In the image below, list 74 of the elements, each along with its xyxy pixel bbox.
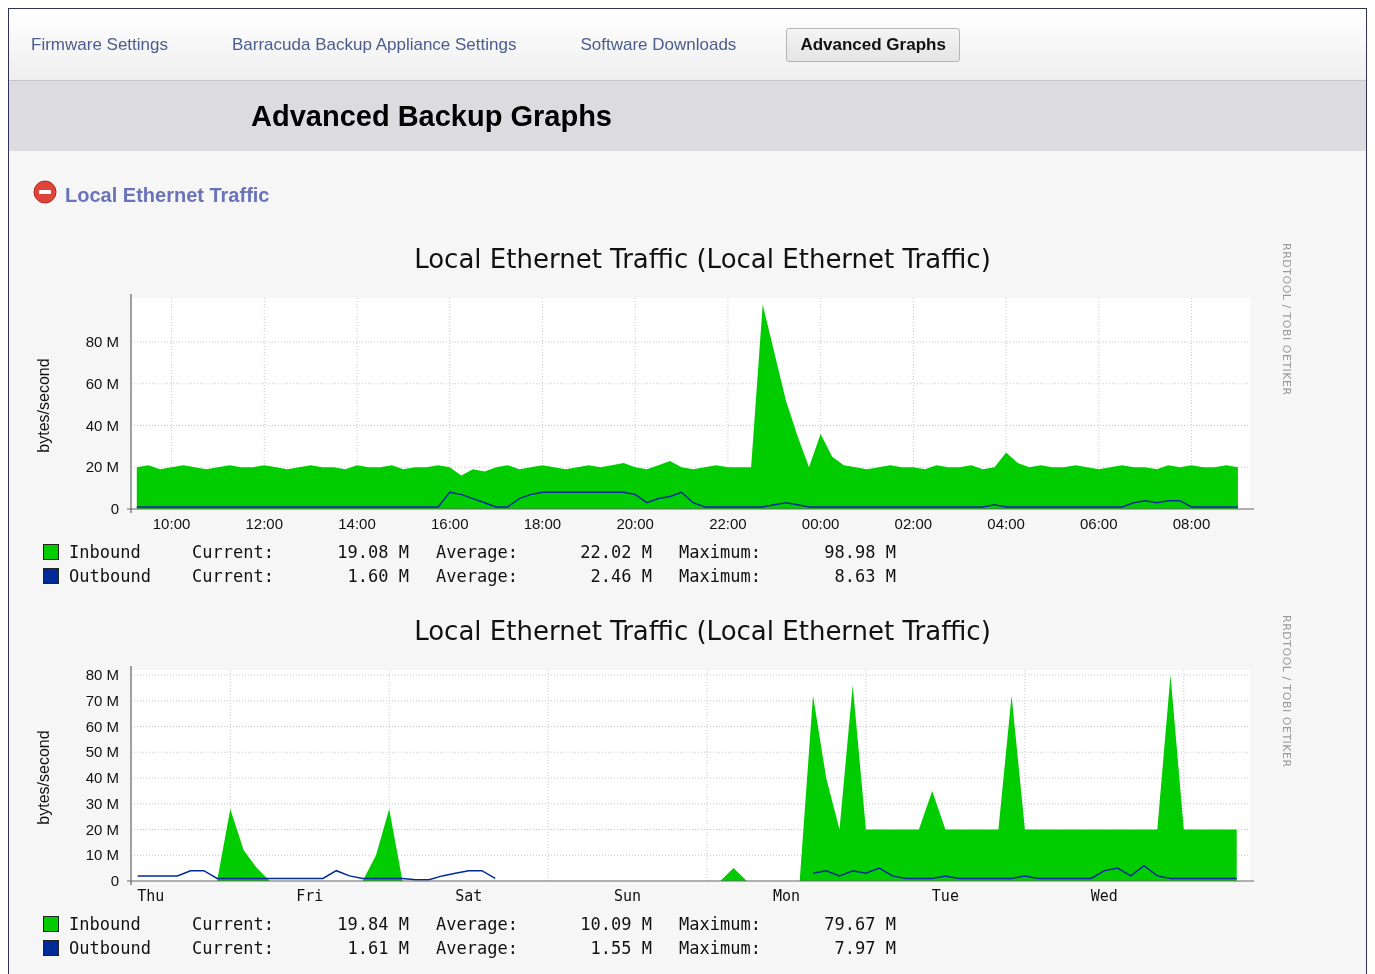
average-value: 10.09 M: [579, 914, 652, 934]
nav-tab[interactable]: Software Downloads: [566, 27, 751, 62]
watermark-text: RRDTOOL / TOBI OETIKER: [1280, 615, 1293, 768]
section-title[interactable]: Local Ethernet Traffic: [65, 183, 270, 207]
x-tick-label: Tue: [931, 887, 959, 905]
current-label: Current:: [192, 542, 275, 562]
y-axis-label: bytes/second: [35, 358, 52, 453]
x-tick-label: 12:00: [245, 515, 284, 532]
x-tick-label: 06:00: [1080, 515, 1118, 532]
maximum-label: Maximum:: [678, 542, 762, 562]
x-tick-label: Thu: [137, 887, 165, 905]
watermark-text: RRDTOOL / TOBI OETIKER: [1280, 243, 1293, 396]
y-tick-label: 10 M: [85, 846, 119, 864]
y-tick-label: 80 M: [85, 333, 119, 350]
legend-name: Inbound: [69, 542, 142, 562]
nav-tab[interactable]: Advanced Graphs: [786, 27, 960, 62]
average-value: 2.46 M: [589, 566, 652, 586]
y-tick-label: 30 M: [85, 794, 119, 812]
maximum-value: 7.97 M: [833, 938, 896, 958]
x-tick-label: 22:00: [709, 515, 747, 532]
legend-name: Inbound: [69, 914, 142, 934]
x-tick-label: Mon: [772, 887, 801, 905]
x-tick-label: Fri: [296, 887, 324, 905]
nav-tab[interactable]: Barracuda Backup Appliance Settings: [218, 27, 531, 62]
legend-name: Outbound: [69, 938, 152, 958]
y-tick-label: 40 M: [85, 769, 119, 786]
current-label: Current:: [192, 914, 275, 934]
x-tick-label: 02:00: [894, 515, 933, 532]
y-tick-label: 0: [110, 872, 119, 889]
maximum-label: Maximum:: [678, 914, 762, 934]
current-value: 1.61 M: [346, 938, 409, 958]
x-tick-label: Sat: [455, 887, 483, 905]
maximum-label: Maximum:: [678, 566, 762, 586]
average-label: Average:: [435, 938, 519, 958]
x-tick-label: 10:00: [152, 515, 191, 532]
legend-name: Outbound: [69, 566, 152, 586]
y-tick-label: 40 M: [85, 416, 119, 434]
maximum-value: 79.67 M: [823, 914, 896, 934]
x-tick-label: Sun: [614, 887, 642, 905]
y-tick-label: 60 M: [85, 374, 119, 392]
x-tick-label: 08:00: [1172, 515, 1211, 532]
x-tick-label: 16:00: [430, 515, 469, 532]
x-tick-label: 14:00: [338, 515, 376, 532]
y-tick-label: 70 M: [85, 691, 119, 709]
y-tick-label: 50 M: [85, 743, 119, 761]
chart-title: Local Ethernet Traffic (Local Ethernet Traffic): [414, 616, 991, 646]
collapse-icon[interactable]: [33, 180, 57, 204]
average-label: Average:: [435, 914, 519, 934]
x-tick-label: 04:00: [987, 515, 1025, 532]
average-label: Average:: [435, 542, 519, 562]
current-value: 19.84 M: [336, 914, 409, 934]
maximum-value: 98.98 M: [823, 542, 896, 562]
maximum-label: Maximum:: [678, 938, 762, 958]
x-tick-label: 00:00: [801, 515, 840, 532]
x-tick-label: 20:00: [616, 515, 654, 532]
y-tick-label: 60 M: [85, 717, 119, 735]
average-value: 22.02 M: [579, 542, 652, 562]
x-tick-label: Wed: [1090, 887, 1118, 905]
nav-tab[interactable]: Firmware Settings: [17, 27, 182, 62]
current-label: Current:: [192, 566, 275, 586]
y-tick-label: 0: [110, 500, 119, 517]
y-tick-label: 20 M: [85, 820, 119, 838]
maximum-value: 8.63 M: [833, 566, 896, 586]
average-value: 1.55 M: [589, 938, 652, 958]
chart-title: Local Ethernet Traffic (Local Ethernet Traffic): [414, 244, 991, 274]
y-tick-label: 80 M: [85, 666, 119, 683]
y-axis-label: bytes/second: [35, 730, 52, 825]
current-label: Current:: [192, 938, 275, 958]
y-tick-label: 20 M: [85, 458, 119, 476]
current-value: 1.60 M: [346, 566, 409, 586]
average-label: Average:: [435, 566, 519, 586]
page-title: Advanced Backup Graphs: [251, 99, 612, 133]
x-tick-label: 18:00: [523, 515, 562, 532]
current-value: 19.08 M: [336, 542, 409, 562]
